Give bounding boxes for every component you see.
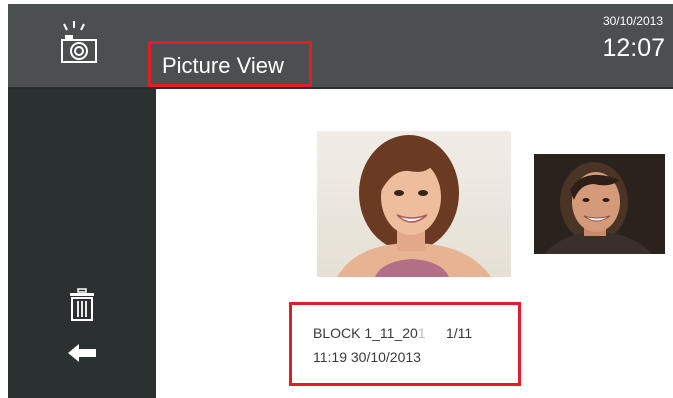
page-title: Picture View (162, 53, 284, 78)
next-photo[interactable] (534, 154, 665, 254)
screen: Picture View 30/10/2013 12:07 BLOCK 1_11… (8, 4, 673, 398)
sidebar (8, 89, 156, 398)
picture-viewer: BLOCK 1_11_201 1/11 11:19 30/10/2013 (156, 89, 673, 398)
camera-flash-icon (61, 21, 97, 63)
camera-button[interactable] (50, 18, 108, 74)
photo-timestamp: 11:19 30/10/2013 (313, 349, 421, 365)
trash-icon (70, 288, 94, 321)
delete-button[interactable] (68, 288, 96, 322)
date-display: 30/10/2013 (602, 14, 663, 28)
header-bar: Picture View 30/10/2013 12:07 (8, 4, 673, 89)
photo-file-name: BLOCK 1_11_201 (313, 325, 426, 341)
back-arrow-icon (68, 344, 96, 362)
photo-info-highlight: BLOCK 1_11_201 1/11 11:19 30/10/2013 (289, 302, 521, 386)
title-highlight: Picture View (148, 41, 312, 87)
time-display: 12:07 (602, 34, 665, 62)
back-button[interactable] (66, 341, 98, 365)
photo-index: 1/11 (446, 325, 473, 341)
current-photo[interactable] (317, 131, 511, 277)
